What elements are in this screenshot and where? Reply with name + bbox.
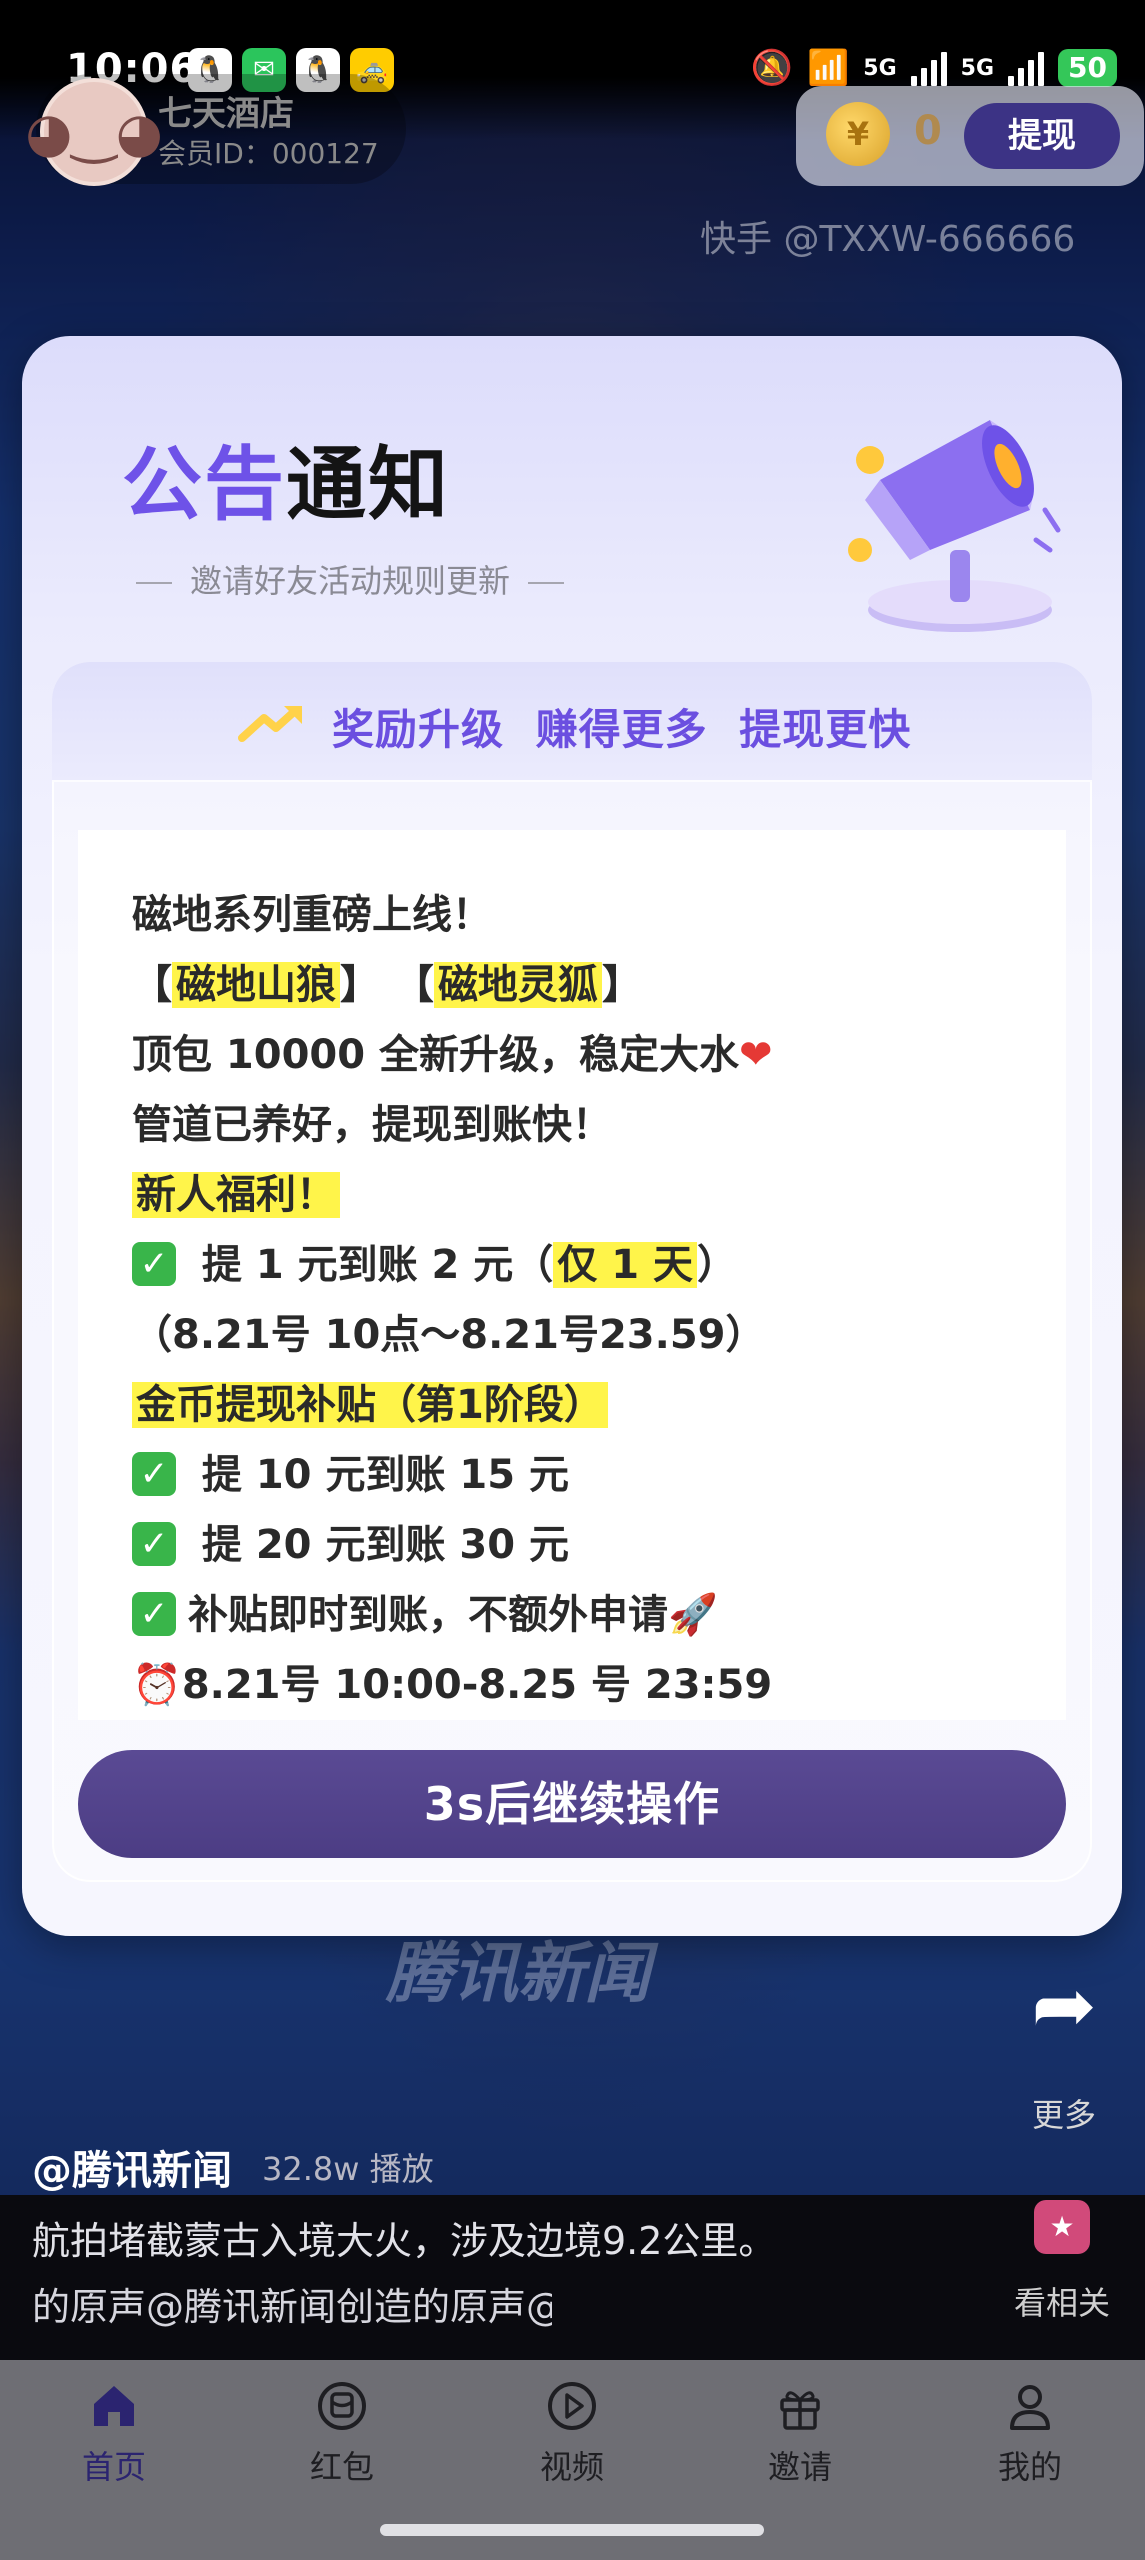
watermark: 快手 @TXXW-666666 bbox=[700, 219, 1076, 260]
nav-item-profile[interactable]: 我的 bbox=[930, 2376, 1130, 2488]
notice-line: ⏰8.21号 10:00-8.25 号 23:59 bbox=[132, 1650, 773, 1720]
gift-icon bbox=[780, 2391, 820, 2430]
check-icon: ✓ bbox=[132, 1522, 176, 1566]
line-text: ） bbox=[696, 1242, 737, 1288]
line-text: 管道已养好，提现到账快！ bbox=[132, 1102, 612, 1148]
line-text: 提 10 元到账 15 元 bbox=[188, 1452, 569, 1498]
network-label: 5G bbox=[863, 55, 897, 81]
subtitle-dash bbox=[528, 582, 565, 584]
withdraw-button[interactable]: 提现 bbox=[964, 103, 1120, 169]
notice-lines: 磁地系列重磅上线！ 【磁地山狼】 【磁地灵狐】 顶包 10000 全新升级，稳定… bbox=[132, 880, 773, 1720]
line-text: 顶包 10000 全新升级，稳定大水 bbox=[132, 1032, 740, 1078]
network-label: 5G bbox=[960, 55, 995, 81]
battery-indicator: 50 bbox=[1058, 49, 1117, 87]
highlight-text: 新人福利！ bbox=[132, 1172, 340, 1218]
nav-label: 我的 bbox=[997, 2448, 1062, 2486]
nav-item-home[interactable]: 首页 bbox=[14, 2376, 214, 2488]
notice-line: 管道已养好，提现到账快！ bbox=[132, 1090, 773, 1160]
notice-line: 金币提现补贴（第1阶段） bbox=[132, 1370, 773, 1440]
profile-icon bbox=[1010, 2385, 1050, 2430]
more-label[interactable]: 更多 bbox=[1032, 2090, 1096, 2136]
continue-button[interactable]: 3s后继续操作 bbox=[78, 1750, 1066, 1858]
home-indicator[interactable] bbox=[380, 2524, 764, 2536]
line-text: 】 bbox=[601, 962, 642, 1008]
heart-icon: ❤ bbox=[739, 1032, 773, 1078]
status-indicators: 🔕 📶 5G 5G 50 bbox=[751, 48, 1117, 88]
video-caption[interactable]: 航拍堵截蒙古入境大火，涉及边境9.2公里。 bbox=[32, 2210, 776, 2265]
check-icon: ✓ bbox=[132, 1452, 176, 1496]
check-icon: ✓ bbox=[132, 1592, 176, 1636]
nav-label: 邀请 bbox=[767, 2448, 832, 2486]
wifi-icon: 📶 bbox=[806, 48, 850, 88]
user-name: 七天酒店 bbox=[158, 94, 294, 134]
title-highlight: 公告 bbox=[122, 438, 286, 531]
nav-item-red-packet[interactable]: 红包 bbox=[242, 2376, 442, 2488]
nav-item-invite[interactable]: 邀请 bbox=[700, 2376, 900, 2488]
line-text: 8.21号 10:00-8.25 号 23:59 bbox=[181, 1662, 773, 1708]
line-text: 补贴即时到账，不额外申请 bbox=[188, 1592, 668, 1638]
rocket-icon: 🚀 bbox=[668, 1592, 718, 1638]
nav-label: 视频 bbox=[539, 2448, 604, 2486]
video-icon bbox=[548, 2382, 596, 2430]
line-text: （8.21号 10点～8.21号23.59） bbox=[132, 1312, 766, 1358]
video-author[interactable]: @腾讯新闻 bbox=[32, 2138, 232, 2196]
line-text: 提 20 元到账 30 元 bbox=[188, 1522, 569, 1568]
modal-subtitle: 邀请好友活动规则更新 bbox=[118, 556, 582, 602]
modal-title: 公告通知 bbox=[122, 420, 450, 536]
avatar[interactable]: ◕‿◕ bbox=[25, 78, 163, 186]
nav-item-video[interactable]: 视频 bbox=[472, 2376, 672, 2488]
highlight-text: 仅 1 天 bbox=[553, 1242, 697, 1288]
subtitle-text: 邀请好友活动规则更新 bbox=[190, 562, 511, 600]
red-packet-icon bbox=[318, 2382, 366, 2430]
alarm-clock-icon: ⏰ bbox=[132, 1662, 182, 1708]
music-marquee[interactable]: 的原声@腾讯新闻创造的原声@ bbox=[32, 2276, 552, 2331]
highlight-text: 金币提现补贴（第1阶段） bbox=[132, 1382, 608, 1428]
signal-icon bbox=[1008, 50, 1045, 86]
nav-label: 首页 bbox=[81, 2448, 146, 2486]
nav-label: 红包 bbox=[309, 2448, 374, 2486]
highlight-text: 磁地山狼 bbox=[172, 962, 340, 1008]
share-icon[interactable]: ➦ bbox=[1018, 1967, 1110, 2045]
check-icon: ✓ bbox=[132, 1242, 176, 1286]
notice-line: 新人福利！ bbox=[132, 1160, 773, 1230]
line-text: 磁地系列重磅上线！ bbox=[132, 892, 492, 938]
reward-headline: 奖励升级 赚得更多 提现更快 bbox=[332, 705, 912, 754]
title-rest: 通知 bbox=[286, 438, 450, 531]
mute-icon: 🔕 bbox=[750, 48, 793, 88]
signal-icon bbox=[910, 50, 947, 86]
related-label[interactable]: 看相关 bbox=[1014, 2278, 1110, 2324]
home-icon bbox=[94, 2386, 134, 2426]
play-count: 32.8w 播放 bbox=[262, 2150, 434, 2188]
notice-line: （8.21号 10点～8.21号23.59） bbox=[132, 1300, 773, 1370]
notice-line: 磁地系列重磅上线！ bbox=[132, 880, 773, 950]
notice-line: 【磁地山狼】 【磁地灵狐】 bbox=[132, 950, 773, 1020]
notice-line: ✓ 提 1 元到账 2 元（仅 1 天） bbox=[132, 1230, 773, 1300]
notice-line: ✓ 提 20 元到账 30 元 bbox=[132, 1510, 773, 1580]
notice-line: ✓ 提 10 元到账 15 元 bbox=[132, 1440, 773, 1510]
line-text: 提 1 元到账 2 元（ bbox=[188, 1242, 554, 1288]
trend-up-icon bbox=[238, 706, 302, 742]
highlight-text: 磁地灵狐 bbox=[433, 962, 602, 1008]
notice-line: 顶包 10000 全新升级，稳定大水❤ bbox=[132, 1020, 773, 1090]
coin-icon: ¥ bbox=[826, 102, 890, 166]
line-text: 】 【 bbox=[340, 962, 434, 1008]
coin-count: 0 bbox=[914, 108, 942, 154]
line-text: 【 bbox=[132, 962, 172, 1008]
related-icon[interactable]: ★ bbox=[1034, 2200, 1090, 2254]
subtitle-dash bbox=[136, 582, 172, 584]
megaphone-icon bbox=[848, 420, 1061, 632]
notice-line: ✓ 补贴即时到账，不额外申请🚀 bbox=[132, 1580, 773, 1650]
member-id: 会员ID：000127 bbox=[158, 137, 379, 170]
